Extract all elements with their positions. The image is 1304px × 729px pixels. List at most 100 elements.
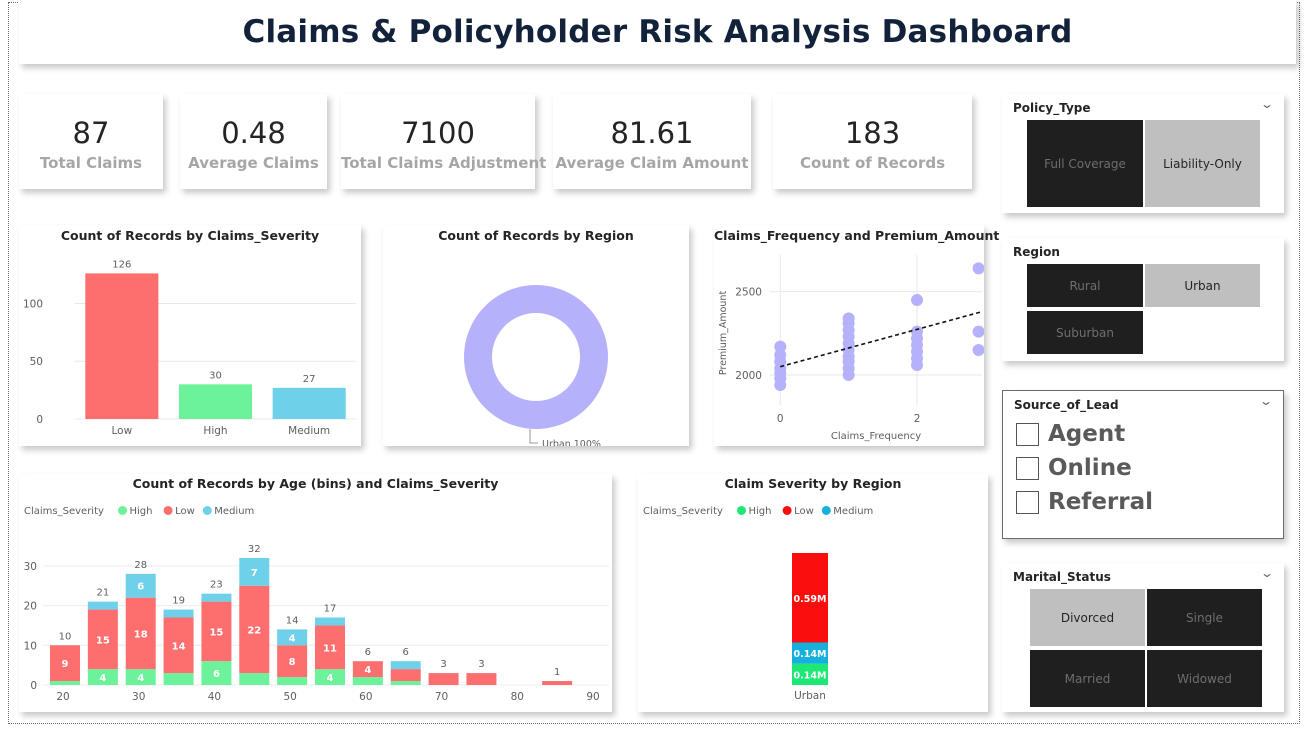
kpi-card-total-claims[interactable]: 87 Total Claims bbox=[19, 94, 163, 189]
region-slicer[interactable]: Region Rural Urban Suburban bbox=[1002, 238, 1284, 361]
slicer-tile-widowed[interactable]: Widowed bbox=[1147, 650, 1262, 707]
dashboard-title: Claims & Policyholder Risk Analysis Dash… bbox=[242, 14, 1073, 50]
segment-label: 0.59M bbox=[794, 594, 827, 605]
slicer-tile-suburban[interactable]: Suburban bbox=[1027, 311, 1143, 354]
slicer-tile-urban[interactable]: Urban bbox=[1145, 264, 1260, 307]
kpi-card-average-claim-amount[interactable]: 81.61 Average Claim Amount bbox=[553, 94, 751, 189]
total-label: 10 bbox=[59, 631, 72, 642]
y-axis-label: Premium_Amount bbox=[718, 291, 729, 376]
checkbox-agent[interactable]: Agent bbox=[1016, 421, 1125, 447]
y-tick-label: 50 bbox=[30, 356, 43, 368]
data-label: 27 bbox=[303, 374, 316, 385]
bar-segment-low bbox=[390, 669, 421, 682]
segment-label: 4 bbox=[327, 673, 334, 684]
total-label: 1 bbox=[554, 667, 560, 678]
slicer-tile-married[interactable]: Married bbox=[1030, 650, 1145, 707]
slicer-title: Marital_Status bbox=[1013, 570, 1111, 584]
data-label: 126 bbox=[112, 259, 131, 270]
bar-segment-low bbox=[542, 681, 573, 685]
severity-region-stacked-chart[interactable]: Claim Severity by Region Claims_Severity… bbox=[638, 474, 988, 712]
scatter-point bbox=[972, 325, 984, 338]
severity-region-svg: Claims_Severity High Low Medium 0.14M 0.14M 0.… bbox=[643, 506, 873, 702]
slicer-title: Source_of_Lead bbox=[1014, 398, 1119, 412]
total-label: 3 bbox=[440, 659, 446, 670]
x-tick-label: 0 bbox=[777, 413, 784, 425]
leader-line bbox=[529, 429, 538, 444]
age-severity-stacked-chart[interactable]: Count of Records by Age (bins) and Claim… bbox=[19, 474, 612, 712]
checkbox-box[interactable] bbox=[1016, 456, 1039, 480]
total-label: 21 bbox=[96, 588, 109, 599]
slice-label: Urban 100% bbox=[542, 439, 601, 446]
bar-segment-high bbox=[163, 673, 194, 685]
x-tick-label: 2 bbox=[914, 413, 921, 425]
segment-label: 14 bbox=[172, 641, 186, 652]
bar-segment-medium bbox=[201, 593, 232, 602]
chevron-down-icon[interactable]: ⌄ bbox=[1259, 394, 1273, 408]
kpi-card-average-claims[interactable]: 0.48 Average Claims bbox=[180, 94, 327, 189]
segment-label: 22 bbox=[247, 625, 261, 636]
kpi-card-total-claims-adjustment[interactable]: 7100 Total Claims Adjustment bbox=[341, 94, 546, 189]
checkbox-online[interactable]: Online bbox=[1016, 455, 1132, 481]
segment-label: 15 bbox=[96, 635, 110, 646]
region-donut-chart[interactable]: Count of Records by Region Urban 100% bbox=[383, 225, 689, 446]
legend-title: Claims_Severity bbox=[24, 506, 104, 517]
legend-label: Low bbox=[794, 506, 814, 517]
slicer-tile-liability-only[interactable]: Liability-Only bbox=[1145, 120, 1260, 207]
severity-bar-svg: 0 50 100 126 Low 30 High 27 Medium bbox=[23, 259, 356, 437]
legend-label: High bbox=[130, 506, 153, 517]
checkbox-box[interactable] bbox=[1016, 490, 1039, 514]
policy-type-slicer[interactable]: Policy_Type ⌄ Full Coverage Liability-On… bbox=[1002, 94, 1284, 213]
x-tick-label: Low bbox=[111, 425, 132, 437]
segment-label: 4 bbox=[364, 665, 371, 676]
total-label: 6 bbox=[365, 647, 371, 658]
bar-segment-medium bbox=[390, 661, 421, 670]
scatter-point bbox=[911, 325, 924, 338]
severity-bar-chart[interactable]: Count of Records by Claims_Severity 0 50 1… bbox=[19, 225, 361, 446]
marital-status-slicer[interactable]: Marital_Status ⌄ Divorced Single Married… bbox=[1002, 563, 1284, 712]
total-label: 14 bbox=[286, 615, 299, 626]
kpi-card-count-of-records[interactable]: 183 Count of Records bbox=[773, 94, 972, 189]
y-tick-label: 30 bbox=[24, 561, 37, 573]
chevron-down-icon[interactable]: ⌄ bbox=[1260, 97, 1274, 111]
total-label: 32 bbox=[248, 544, 261, 555]
slicer-tile-rural[interactable]: Rural bbox=[1027, 264, 1143, 307]
total-label: 28 bbox=[134, 560, 147, 571]
segment-label: 9 bbox=[62, 659, 69, 670]
slicer-tile-full-coverage[interactable]: Full Coverage bbox=[1027, 120, 1143, 207]
y-tick-label: 2500 bbox=[735, 287, 762, 299]
total-label: 3 bbox=[478, 659, 484, 670]
slicer-tile-divorced[interactable]: Divorced bbox=[1030, 589, 1145, 646]
bar-segment-high bbox=[277, 677, 308, 685]
scatter-point bbox=[842, 312, 855, 325]
scatter-point bbox=[972, 344, 984, 356]
legend-title: Claims_Severity bbox=[643, 506, 723, 517]
segment-label: 18 bbox=[134, 629, 148, 640]
kpi-label: Count of Records bbox=[799, 154, 946, 172]
total-label: 23 bbox=[210, 580, 223, 591]
bar-high bbox=[178, 384, 253, 419]
checkbox-referral[interactable]: Referral bbox=[1016, 489, 1153, 515]
scatter-svg: 2000 2500 0 2 Claims_Frequency Premium_Amount bbox=[718, 255, 984, 442]
y-tick-label: 2000 bbox=[735, 370, 762, 382]
data-label: 30 bbox=[209, 370, 222, 381]
x-tick-label: 60 bbox=[359, 691, 372, 703]
region-donut-svg: Urban 100% bbox=[463, 285, 608, 446]
slicer-tile-single[interactable]: Single bbox=[1147, 589, 1262, 646]
kpi-value: 87 bbox=[72, 116, 110, 150]
y-tick-label: 100 bbox=[23, 298, 43, 310]
trend-line bbox=[780, 310, 983, 368]
segment-label: 6 bbox=[137, 582, 144, 593]
frequency-premium-scatter-chart[interactable]: Claims_Frequency and Premium_Amount 2000… bbox=[714, 225, 999, 446]
checkbox-box[interactable] bbox=[1016, 422, 1039, 446]
x-tick-label: High bbox=[203, 425, 227, 437]
legend-label: High bbox=[749, 506, 772, 517]
y-tick-label: 20 bbox=[24, 601, 37, 613]
legend-marker bbox=[202, 506, 212, 515]
legend-label: Medium bbox=[214, 506, 254, 517]
segment-label: 0.14M bbox=[794, 670, 827, 681]
source-of-lead-slicer[interactable]: Source_of_Lead ⌄ Agent Online Referral bbox=[1002, 390, 1284, 539]
chevron-down-icon[interactable]: ⌄ bbox=[1260, 566, 1274, 580]
segment-label: 6 bbox=[213, 669, 220, 680]
bar-low bbox=[85, 273, 159, 419]
x-tick-label: 50 bbox=[283, 691, 296, 703]
